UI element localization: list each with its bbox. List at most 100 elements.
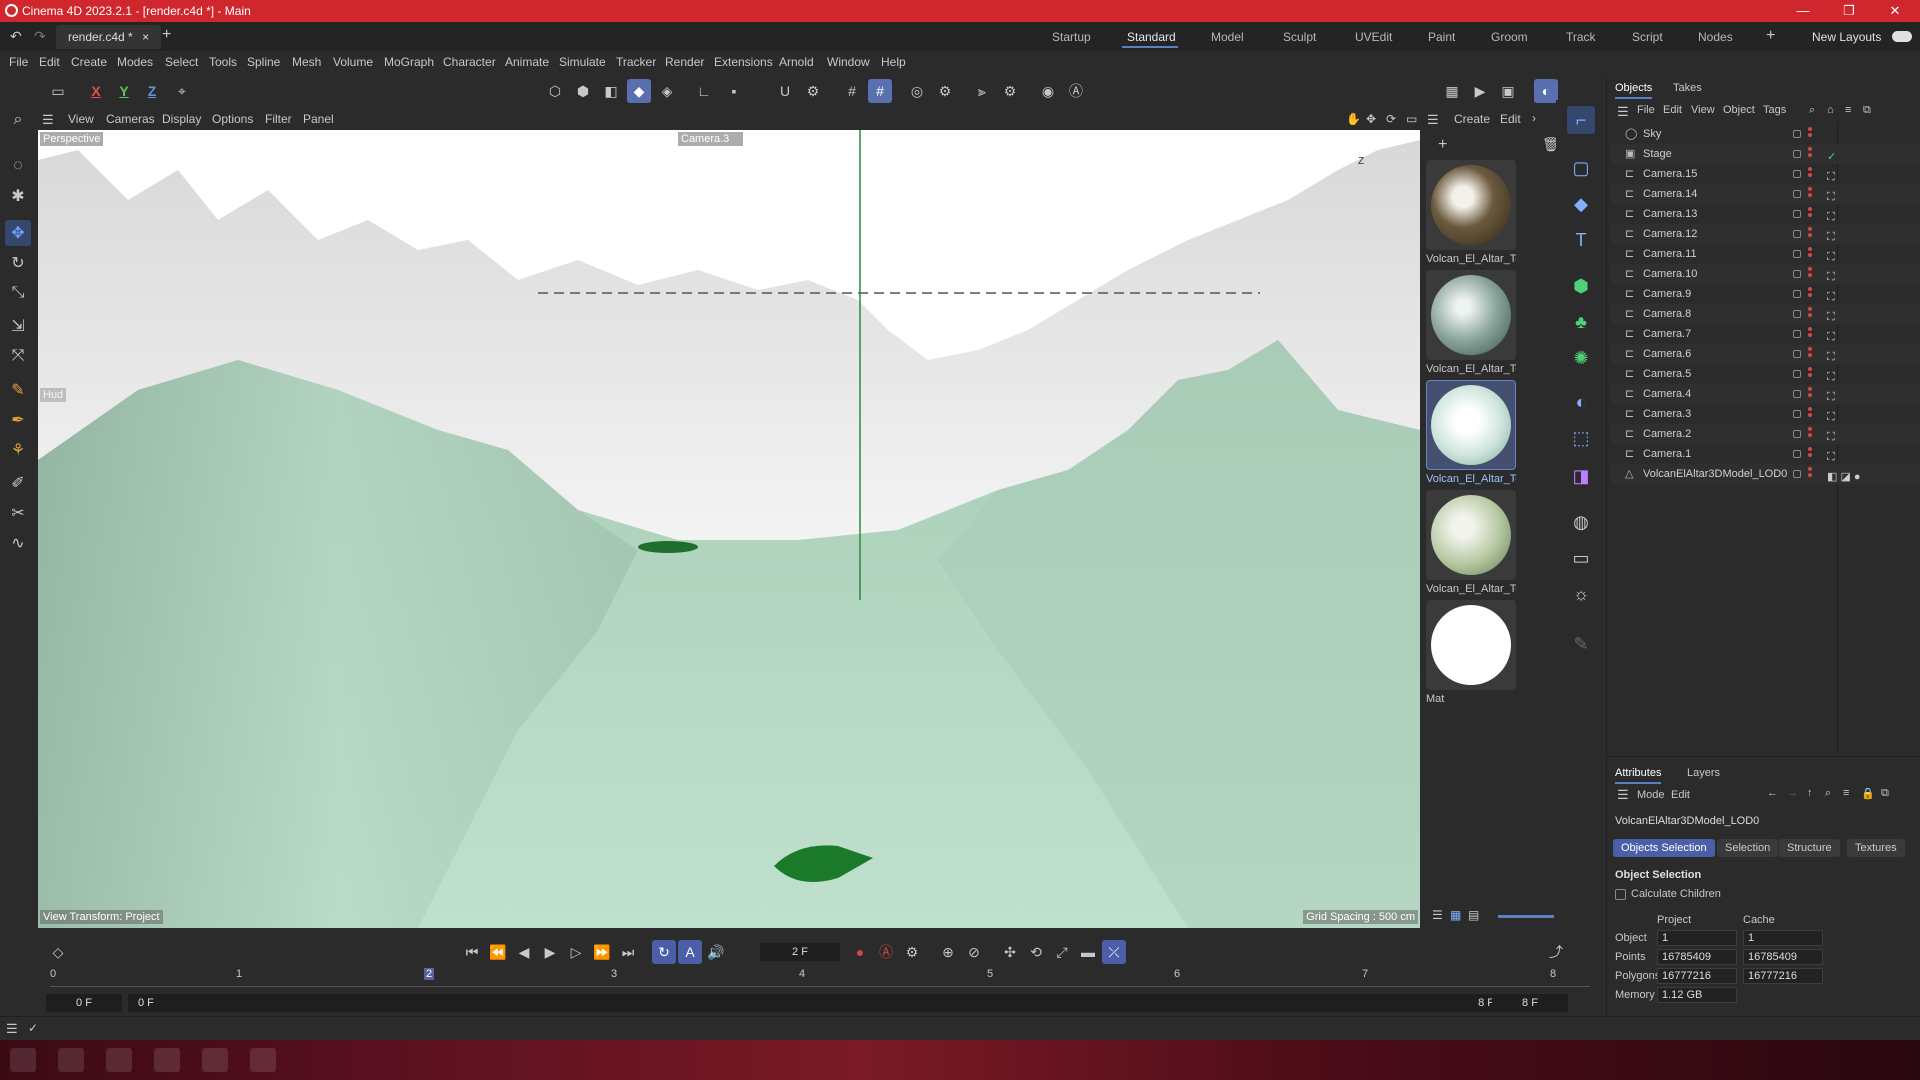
spline-brush-icon[interactable]: ⚘ xyxy=(5,437,31,463)
menu-character[interactable]: Character xyxy=(443,55,496,69)
active-camera-label[interactable]: Camera.3 xyxy=(678,132,744,146)
next-key-icon[interactable]: ⏩ xyxy=(590,940,614,964)
subtab-textures[interactable]: Textures xyxy=(1847,839,1905,857)
menu-spline[interactable]: Spline xyxy=(247,55,280,69)
subtab-selection[interactable]: Selection xyxy=(1717,839,1779,857)
visibility-dots-icon[interactable] xyxy=(1808,247,1812,261)
selection-tools-icon[interactable]: ✱ xyxy=(5,183,31,209)
render-view-icon[interactable]: ◎ xyxy=(905,79,929,103)
x-axis-lock[interactable]: X xyxy=(84,79,108,103)
attributes-menu-mode[interactable]: Mode xyxy=(1637,789,1665,801)
end-frame-field[interactable]: 8 F xyxy=(1492,994,1568,1012)
object-row[interactable]: ⊏ Camera.3 ⛶ xyxy=(1611,404,1920,424)
material-swatch[interactable]: Volcan_El_Altar_Te xyxy=(1426,380,1516,485)
add-tab-button[interactable]: + xyxy=(162,26,171,44)
filter-icon[interactable]: ≡ xyxy=(1845,104,1851,116)
visibility-dots-icon[interactable] xyxy=(1808,347,1812,361)
transform-tool-icon[interactable]: ⇲ xyxy=(5,313,31,339)
back-arrow-icon[interactable]: ← xyxy=(1767,787,1778,799)
up-arrow-icon[interactable]: ↑ xyxy=(1807,787,1813,799)
large-view-icon[interactable]: ▤ xyxy=(1468,908,1479,922)
layer-flag-icon[interactable] xyxy=(1793,150,1801,158)
attributes-hamburger-icon[interactable]: ☰ xyxy=(1617,787,1629,803)
undo-icon[interactable]: ↶ xyxy=(10,28,22,45)
material-swatch[interactable]: Volcan_El_Altar_Te xyxy=(1426,490,1516,595)
render-region-icon[interactable]: ▦ xyxy=(1440,79,1464,103)
loop-icon[interactable]: ↻ xyxy=(652,940,676,964)
taskbar-app-icon[interactable] xyxy=(58,1048,84,1072)
go-to-start-icon[interactable]: ⏮ xyxy=(460,940,484,964)
scale-tool-icon[interactable]: ⤡ xyxy=(5,280,31,306)
snap-tool-icon[interactable]: ⤧ xyxy=(5,343,31,369)
material-swatch[interactable]: Volcan_El_Altar_Te xyxy=(1426,160,1516,265)
taskbar-app-icon[interactable] xyxy=(106,1048,132,1072)
menu-arnold[interactable]: Arnold xyxy=(779,55,814,69)
scale-key-icon[interactable]: ⟲ xyxy=(1024,940,1048,964)
knife-tool-icon[interactable]: ✂ xyxy=(5,500,31,526)
render-settings-icon[interactable]: ⚙ xyxy=(933,79,957,103)
visibility-dots-icon[interactable] xyxy=(1808,227,1812,241)
minimize-button[interactable]: — xyxy=(1780,0,1826,22)
object-row[interactable]: ⊏ Camera.12 ⛶ xyxy=(1611,224,1920,244)
material-tags-icon[interactable]: ◧ ◪ ● xyxy=(1827,467,1861,487)
playhead[interactable]: 2 xyxy=(424,968,435,980)
visibility-dots-icon[interactable] xyxy=(1808,387,1812,401)
start-frame-field[interactable]: 0 F xyxy=(46,994,122,1012)
objects-menu-view[interactable]: View xyxy=(1691,104,1715,116)
layer-flag-icon[interactable] xyxy=(1793,390,1801,398)
object-row[interactable]: ⊏ Camera.13 ⛶ xyxy=(1611,204,1920,224)
cube-icon[interactable]: ◆ xyxy=(1567,190,1595,218)
play-icon[interactable]: ▶ xyxy=(538,940,562,964)
rotation-key-icon[interactable]: ⊘ xyxy=(962,940,986,964)
layer-flag-icon[interactable] xyxy=(1793,210,1801,218)
objects-hamburger-icon[interactable]: ☰ xyxy=(1617,104,1629,120)
move-tool-icon[interactable]: ✥ xyxy=(5,220,31,246)
cloner-icon[interactable]: ♣ xyxy=(1567,308,1595,336)
current-frame-field[interactable]: 2 F xyxy=(760,943,840,961)
object-row[interactable]: ⊏ Camera.7 ⛶ xyxy=(1611,324,1920,344)
attributes-menu-edit[interactable]: Edit xyxy=(1671,789,1690,801)
viewport-menu-view[interactable]: View xyxy=(68,112,94,126)
objects-menu-tags[interactable]: Tags xyxy=(1763,104,1786,116)
object-row[interactable]: △ VolcanElAltar3DModel_LOD0 ◧ ◪ ● xyxy=(1611,464,1920,484)
keyframe-icon[interactable]: ◇ xyxy=(46,940,70,964)
home-icon[interactable]: ⌂ xyxy=(1827,104,1834,116)
viewport-menu-filter[interactable]: Filter xyxy=(265,112,292,126)
object-row[interactable]: ◯ Sky xyxy=(1611,124,1920,144)
visibility-dots-icon[interactable] xyxy=(1808,367,1812,381)
pen-disabled-icon[interactable]: ✎ xyxy=(1567,630,1595,658)
object-row[interactable]: ▣ Stage ✓ xyxy=(1611,144,1920,164)
menu-mesh[interactable]: Mesh xyxy=(292,55,321,69)
pla-key-icon[interactable]: ▬ xyxy=(1076,940,1100,964)
start-button-icon[interactable] xyxy=(10,1048,36,1072)
object-mode-icon[interactable]: ◆ xyxy=(627,79,651,103)
object-row[interactable]: ⊏ Camera.4 ⛶ xyxy=(1611,384,1920,404)
tab-render-file[interactable]: render.c4d * × xyxy=(56,25,162,49)
search-icon[interactable]: ⌕ xyxy=(1809,104,1815,117)
redshift-icon[interactable]: ◐ xyxy=(1534,79,1558,103)
objects-menu-file[interactable]: File xyxy=(1637,104,1655,116)
next-frame-icon[interactable]: ▷ xyxy=(564,940,588,964)
field-icon[interactable]: ⬚ xyxy=(1567,424,1595,452)
search-icon[interactable]: ⌕ xyxy=(1825,787,1831,800)
visibility-dots-icon[interactable] xyxy=(1808,127,1812,141)
menu-mograph[interactable]: MoGraph xyxy=(384,55,434,69)
menu-file[interactable]: File xyxy=(9,55,28,69)
menu-create[interactable]: Create xyxy=(71,55,107,69)
new-window-icon[interactable]: ⧉ xyxy=(1881,787,1889,800)
material-menu-edit[interactable]: Edit xyxy=(1500,112,1521,126)
layout-tab-model[interactable]: Model xyxy=(1211,30,1244,44)
volume-icon[interactable]: ◨ xyxy=(1567,462,1595,490)
environment-icon[interactable]: ◍ xyxy=(1567,508,1595,536)
layouts-toggle[interactable] xyxy=(1892,31,1912,42)
viewport-menu-cameras[interactable]: Cameras xyxy=(106,112,155,126)
uv-mode-icon[interactable]: ◈ xyxy=(655,79,679,103)
redo-icon[interactable]: ↷ xyxy=(34,28,46,45)
object-row[interactable]: ⊏ Camera.14 ⛶ xyxy=(1611,184,1920,204)
layer-flag-icon[interactable] xyxy=(1793,410,1801,418)
object-row[interactable]: ⊏ Camera.1 ⛶ xyxy=(1611,444,1920,464)
brush-tool-icon[interactable]: ✐ xyxy=(5,470,31,496)
snap-magnet-icon[interactable]: U xyxy=(773,79,797,103)
taskbar-app-icon[interactable] xyxy=(202,1048,228,1072)
visibility-dots-icon[interactable] xyxy=(1808,407,1812,421)
